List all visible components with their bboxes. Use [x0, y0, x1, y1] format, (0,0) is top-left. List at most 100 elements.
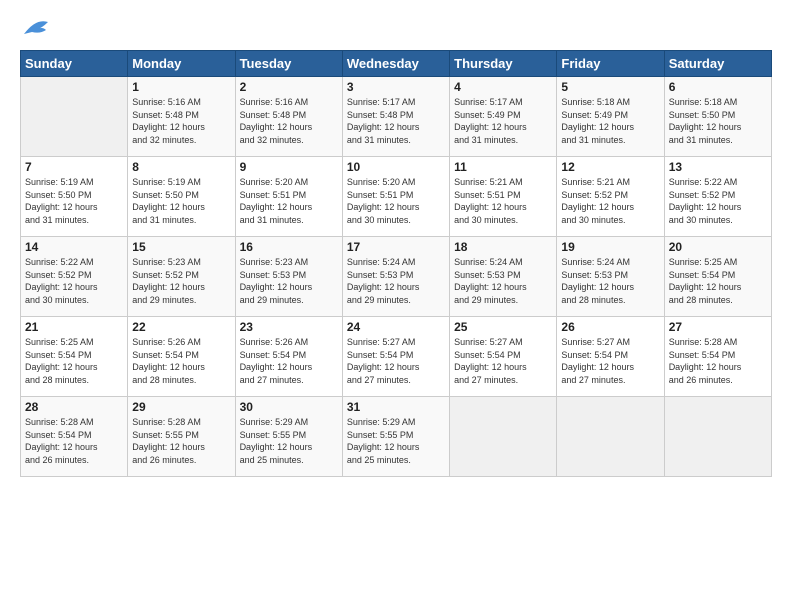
cell-info: Sunrise: 5:29 AM Sunset: 5:55 PM Dayligh…	[347, 416, 445, 466]
day-number: 18	[454, 240, 552, 254]
header-row: SundayMondayTuesdayWednesdayThursdayFrid…	[21, 51, 772, 77]
header-day-monday: Monday	[128, 51, 235, 77]
calendar-cell: 10 Sunrise: 5:20 AM Sunset: 5:51 PM Dayli…	[342, 157, 449, 237]
page: SundayMondayTuesdayWednesdayThursdayFrid…	[0, 0, 792, 612]
calendar-cell: 16 Sunrise: 5:23 AM Sunset: 5:53 PM Dayli…	[235, 237, 342, 317]
week-row-1: 1Sunrise: 5:16 AM Sunset: 5:48 PM Daylig…	[21, 77, 772, 157]
day-number: 21	[25, 320, 123, 334]
calendar-cell: 6 Sunrise: 5:18 AM Sunset: 5:50 PM Daylig…	[664, 77, 771, 157]
calendar-cell: 12 Sunrise: 5:21 AM Sunset: 5:52 PM Dayli…	[557, 157, 664, 237]
day-number: 27	[669, 320, 767, 334]
day-number: 5	[561, 80, 659, 94]
cell-info: Sunrise: 5:20 AM Sunset: 5:51 PM Dayligh…	[347, 176, 445, 226]
day-number: 4	[454, 80, 552, 94]
day-number: 3	[347, 80, 445, 94]
day-number: 9	[240, 160, 338, 174]
cell-info: Sunrise: 5:23 AM Sunset: 5:53 PM Dayligh…	[240, 256, 338, 306]
header-day-sunday: Sunday	[21, 51, 128, 77]
day-number: 12	[561, 160, 659, 174]
calendar-cell: 31 Sunrise: 5:29 AM Sunset: 5:55 PM Dayli…	[342, 397, 449, 477]
calendar-cell	[664, 397, 771, 477]
cell-info: Sunrise: 5:16 AM Sunset: 5:48 PM Dayligh…	[132, 96, 230, 146]
calendar-cell: 21 Sunrise: 5:25 AM Sunset: 5:54 PM Dayli…	[21, 317, 128, 397]
week-row-4: 21 Sunrise: 5:25 AM Sunset: 5:54 PM Dayli…	[21, 317, 772, 397]
cell-info: Sunrise: 5:18 AM Sunset: 5:49 PM Dayligh…	[561, 96, 659, 146]
day-number: 22	[132, 320, 230, 334]
cell-info: Sunrise: 5:26 AM Sunset: 5:54 PM Dayligh…	[240, 336, 338, 386]
cell-info: Sunrise: 5:24 AM Sunset: 5:53 PM Dayligh…	[347, 256, 445, 306]
day-number: 10	[347, 160, 445, 174]
cell-info: Sunrise: 5:25 AM Sunset: 5:54 PM Dayligh…	[669, 256, 767, 306]
cell-info: Sunrise: 5:25 AM Sunset: 5:54 PM Dayligh…	[25, 336, 123, 386]
cell-info: Sunrise: 5:28 AM Sunset: 5:54 PM Dayligh…	[669, 336, 767, 386]
cell-info: Sunrise: 5:20 AM Sunset: 5:51 PM Dayligh…	[240, 176, 338, 226]
week-row-5: 28 Sunrise: 5:28 AM Sunset: 5:54 PM Dayli…	[21, 397, 772, 477]
header-day-thursday: Thursday	[450, 51, 557, 77]
day-number: 16	[240, 240, 338, 254]
cell-info: Sunrise: 5:23 AM Sunset: 5:52 PM Dayligh…	[132, 256, 230, 306]
cell-info: Sunrise: 5:21 AM Sunset: 5:52 PM Dayligh…	[561, 176, 659, 226]
calendar-cell	[557, 397, 664, 477]
calendar-cell: 9 Sunrise: 5:20 AM Sunset: 5:51 PM Daylig…	[235, 157, 342, 237]
logo	[20, 20, 50, 42]
calendar-cell: 20 Sunrise: 5:25 AM Sunset: 5:54 PM Dayli…	[664, 237, 771, 317]
cell-info: Sunrise: 5:24 AM Sunset: 5:53 PM Dayligh…	[454, 256, 552, 306]
cell-info: Sunrise: 5:28 AM Sunset: 5:54 PM Dayligh…	[25, 416, 123, 466]
day-number: 19	[561, 240, 659, 254]
calendar-cell: 14Sunrise: 5:22 AM Sunset: 5:52 PM Dayli…	[21, 237, 128, 317]
cell-info: Sunrise: 5:16 AM Sunset: 5:48 PM Dayligh…	[240, 96, 338, 146]
cell-info: Sunrise: 5:19 AM Sunset: 5:50 PM Dayligh…	[25, 176, 123, 226]
calendar-cell: 27 Sunrise: 5:28 AM Sunset: 5:54 PM Dayli…	[664, 317, 771, 397]
day-number: 15	[132, 240, 230, 254]
calendar-cell: 23 Sunrise: 5:26 AM Sunset: 5:54 PM Dayli…	[235, 317, 342, 397]
day-number: 23	[240, 320, 338, 334]
calendar-cell: 4 Sunrise: 5:17 AM Sunset: 5:49 PM Daylig…	[450, 77, 557, 157]
calendar-cell: 19 Sunrise: 5:24 AM Sunset: 5:53 PM Dayli…	[557, 237, 664, 317]
calendar-cell: 26 Sunrise: 5:27 AM Sunset: 5:54 PM Dayli…	[557, 317, 664, 397]
calendar-cell: 17Sunrise: 5:24 AM Sunset: 5:53 PM Dayli…	[342, 237, 449, 317]
cell-info: Sunrise: 5:22 AM Sunset: 5:52 PM Dayligh…	[25, 256, 123, 306]
calendar-cell: 2 Sunrise: 5:16 AM Sunset: 5:48 PM Daylig…	[235, 77, 342, 157]
cell-info: Sunrise: 5:19 AM Sunset: 5:50 PM Dayligh…	[132, 176, 230, 226]
day-number: 24	[347, 320, 445, 334]
day-number: 7	[25, 160, 123, 174]
day-number: 6	[669, 80, 767, 94]
cell-info: Sunrise: 5:22 AM Sunset: 5:52 PM Dayligh…	[669, 176, 767, 226]
header-day-friday: Friday	[557, 51, 664, 77]
calendar-table: SundayMondayTuesdayWednesdayThursdayFrid…	[20, 50, 772, 477]
calendar-cell: 15 Sunrise: 5:23 AM Sunset: 5:52 PM Dayli…	[128, 237, 235, 317]
header-day-saturday: Saturday	[664, 51, 771, 77]
week-row-3: 14Sunrise: 5:22 AM Sunset: 5:52 PM Dayli…	[21, 237, 772, 317]
cell-info: Sunrise: 5:21 AM Sunset: 5:51 PM Dayligh…	[454, 176, 552, 226]
cell-info: Sunrise: 5:17 AM Sunset: 5:49 PM Dayligh…	[454, 96, 552, 146]
day-number: 20	[669, 240, 767, 254]
day-number: 26	[561, 320, 659, 334]
day-number: 31	[347, 400, 445, 414]
calendar-cell: 13Sunrise: 5:22 AM Sunset: 5:52 PM Dayli…	[664, 157, 771, 237]
calendar-cell: 18 Sunrise: 5:24 AM Sunset: 5:53 PM Dayli…	[450, 237, 557, 317]
cell-info: Sunrise: 5:26 AM Sunset: 5:54 PM Dayligh…	[132, 336, 230, 386]
cell-info: Sunrise: 5:27 AM Sunset: 5:54 PM Dayligh…	[347, 336, 445, 386]
calendar-cell: 22 Sunrise: 5:26 AM Sunset: 5:54 PM Dayli…	[128, 317, 235, 397]
day-number: 11	[454, 160, 552, 174]
cell-info: Sunrise: 5:18 AM Sunset: 5:50 PM Dayligh…	[669, 96, 767, 146]
day-number: 28	[25, 400, 123, 414]
calendar-cell: 30 Sunrise: 5:29 AM Sunset: 5:55 PM Dayli…	[235, 397, 342, 477]
calendar-cell	[21, 77, 128, 157]
calendar-cell: 8Sunrise: 5:19 AM Sunset: 5:50 PM Daylig…	[128, 157, 235, 237]
cell-info: Sunrise: 5:29 AM Sunset: 5:55 PM Dayligh…	[240, 416, 338, 466]
calendar-cell: 1Sunrise: 5:16 AM Sunset: 5:48 PM Daylig…	[128, 77, 235, 157]
calendar-cell	[450, 397, 557, 477]
calendar-cell: 11 Sunrise: 5:21 AM Sunset: 5:51 PM Dayli…	[450, 157, 557, 237]
week-row-2: 7 Sunrise: 5:19 AM Sunset: 5:50 PM Daylig…	[21, 157, 772, 237]
day-number: 30	[240, 400, 338, 414]
cell-info: Sunrise: 5:28 AM Sunset: 5:55 PM Dayligh…	[132, 416, 230, 466]
calendar-cell: 25Sunrise: 5:27 AM Sunset: 5:54 PM Dayli…	[450, 317, 557, 397]
day-number: 25	[454, 320, 552, 334]
day-number: 29	[132, 400, 230, 414]
cell-info: Sunrise: 5:24 AM Sunset: 5:53 PM Dayligh…	[561, 256, 659, 306]
header-day-wednesday: Wednesday	[342, 51, 449, 77]
day-number: 2	[240, 80, 338, 94]
calendar-cell: 24 Sunrise: 5:27 AM Sunset: 5:54 PM Dayli…	[342, 317, 449, 397]
cell-info: Sunrise: 5:27 AM Sunset: 5:54 PM Dayligh…	[561, 336, 659, 386]
